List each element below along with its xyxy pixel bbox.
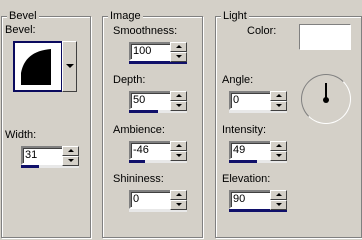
depth-level-bar <box>129 110 158 113</box>
shininess-down-arrow[interactable] <box>170 200 187 210</box>
angle-input[interactable]: 0 <box>229 91 272 110</box>
elevation-input[interactable]: 90 <box>229 190 272 209</box>
intensity-input[interactable]: 49 <box>229 141 272 160</box>
width-label: Width: <box>5 129 37 141</box>
width-down-arrow[interactable] <box>62 156 79 166</box>
color-label: Color: <box>247 25 277 37</box>
intensity-label: Intensity: <box>222 124 267 136</box>
ambience-up-arrow[interactable] <box>170 141 187 151</box>
elevation-label: Elevation: <box>222 173 271 185</box>
shininess-spinner[interactable]: 0 <box>129 190 187 212</box>
depth-label: Depth: <box>113 74 146 86</box>
intensity-up-arrow[interactable] <box>270 141 287 151</box>
angle-dial[interactable] <box>301 74 351 124</box>
intensity-down-arrow[interactable] <box>270 151 287 161</box>
bevel-label: Bevel: <box>5 24 36 36</box>
depth-spinner[interactable]: 50 <box>129 91 187 113</box>
angle-spinner[interactable]: 0 <box>229 91 287 113</box>
bevel-picker[interactable] <box>13 41 77 92</box>
depth-down-arrow[interactable] <box>170 101 187 111</box>
light-color-swatch[interactable] <box>299 24 351 50</box>
smoothness-spinner[interactable]: 100 <box>129 42 187 64</box>
image-group-title: Image <box>108 9 143 23</box>
shininess-label: Shininess: <box>113 173 164 185</box>
light-group-title: Light <box>221 9 249 23</box>
smoothness-label: Smoothness: <box>113 25 178 37</box>
angle-dial-needle-icon <box>323 83 329 103</box>
width-input[interactable]: 31 <box>21 146 64 165</box>
bevel-shape-icon <box>21 49 51 85</box>
width-up-arrow[interactable] <box>62 146 79 156</box>
bevel-preview[interactable] <box>13 41 63 92</box>
intensity-spinner[interactable]: 49 <box>229 141 287 163</box>
smoothness-input[interactable]: 100 <box>129 42 172 61</box>
angle-up-arrow[interactable] <box>270 91 287 101</box>
smoothness-up-arrow[interactable] <box>170 42 187 52</box>
bevel-dropdown-button[interactable] <box>62 41 77 92</box>
depth-input[interactable]: 50 <box>129 91 172 110</box>
elevation-up-arrow[interactable] <box>270 190 287 200</box>
ambience-input[interactable]: -46 <box>129 141 172 160</box>
ambience-level-bar <box>129 160 145 163</box>
depth-up-arrow[interactable] <box>170 91 187 101</box>
elevation-spinner[interactable]: 90 <box>229 190 287 212</box>
ambience-spinner[interactable]: -46 <box>129 141 187 163</box>
elevation-down-arrow[interactable] <box>270 200 287 210</box>
ambience-label: Ambience: <box>113 124 165 136</box>
angle-down-arrow[interactable] <box>270 101 287 111</box>
ambience-down-arrow[interactable] <box>170 151 187 161</box>
smoothness-down-arrow[interactable] <box>170 52 187 62</box>
angle-label: Angle: <box>222 74 254 86</box>
width-spinner[interactable]: 31 <box>21 146 79 168</box>
intensity-level-bar <box>229 160 257 163</box>
shininess-input[interactable]: 0 <box>129 190 172 209</box>
bevel-group-title: Bevel <box>7 9 39 23</box>
width-level-bar <box>21 165 39 168</box>
shininess-up-arrow[interactable] <box>170 190 187 200</box>
